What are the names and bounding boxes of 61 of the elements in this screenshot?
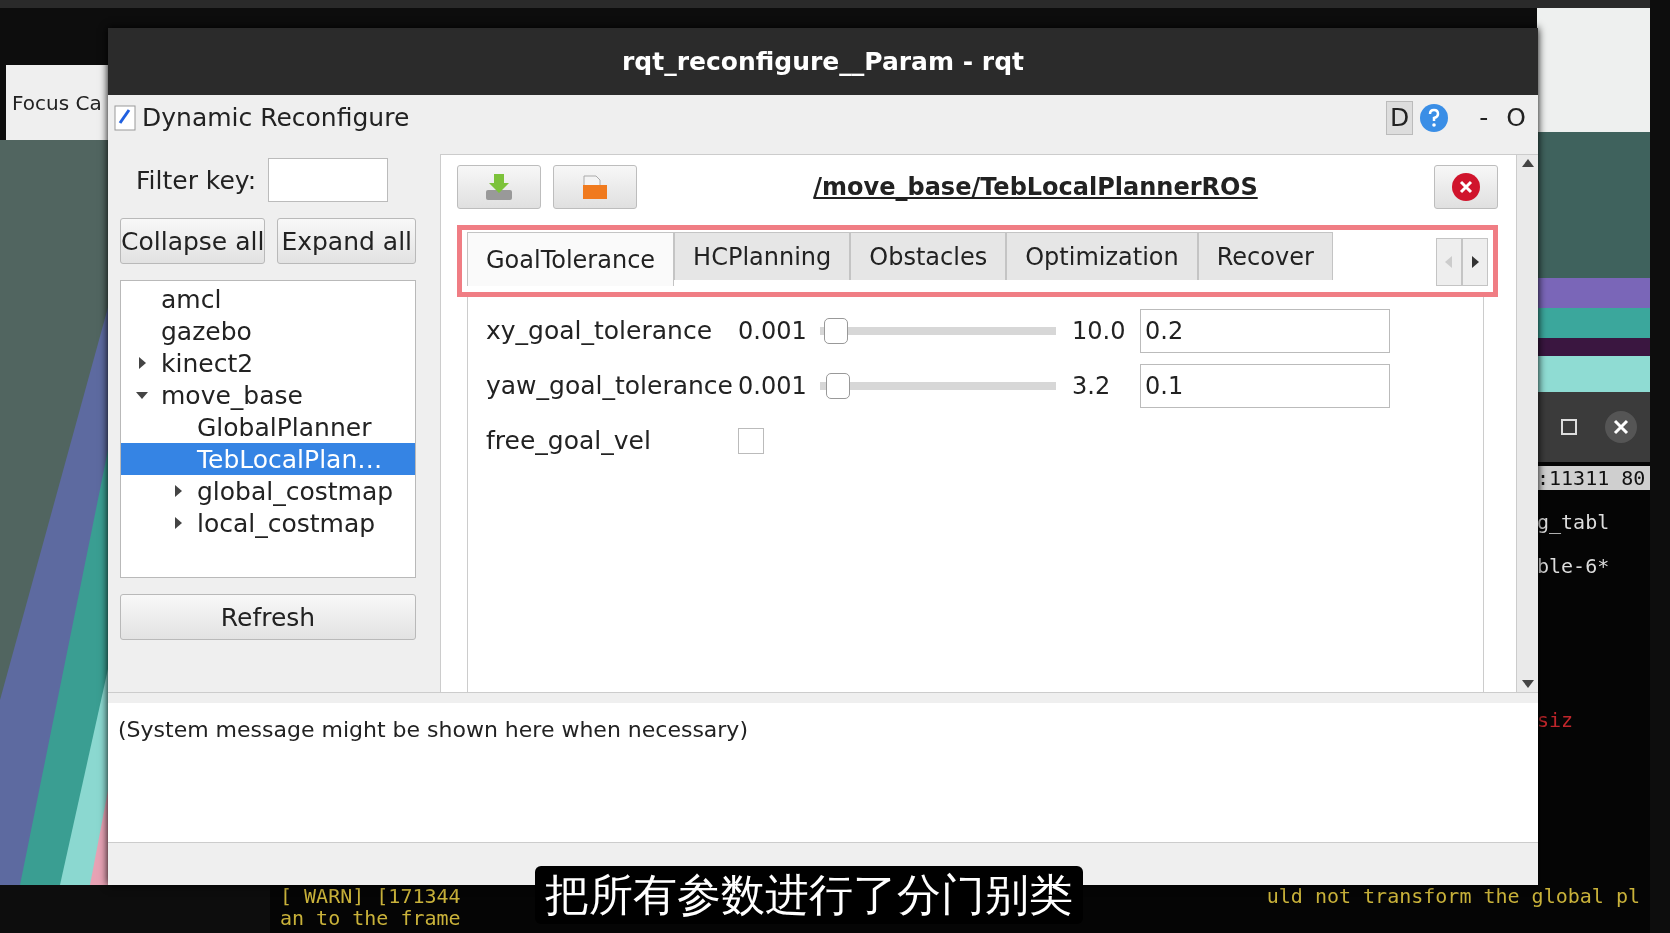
- terminal-line: ble-6*: [1537, 554, 1611, 578]
- window-label: Focus Ca: [12, 90, 102, 115]
- filter-field[interactable]: [268, 158, 389, 202]
- checkbox[interactable]: [738, 427, 764, 454]
- caret-left-icon: [1445, 256, 1453, 268]
- tree-item[interactable]: GlobalPlanner: [121, 411, 415, 443]
- slider-thumb[interactable]: [826, 372, 851, 399]
- minimize-button[interactable]: -: [1473, 103, 1495, 132]
- max-value: 10.0: [1072, 316, 1127, 345]
- tree-item[interactable]: move_base: [121, 379, 415, 411]
- tree-item[interactable]: amcl: [121, 283, 415, 315]
- load-button[interactable]: [553, 165, 637, 209]
- caret-right-icon: [1471, 256, 1479, 268]
- tab[interactable]: Recover: [1197, 232, 1333, 280]
- slider-thumb[interactable]: [824, 317, 849, 344]
- min-value: 0.001: [738, 316, 808, 345]
- tab[interactable]: HCPlanning: [674, 232, 851, 280]
- close-icon: [1451, 172, 1481, 202]
- d-button[interactable]: D: [1386, 100, 1414, 135]
- close-icon[interactable]: [1604, 411, 1637, 443]
- tab[interactable]: Optimization: [1006, 232, 1198, 280]
- expand-all-button[interactable]: Expand all: [277, 218, 416, 264]
- tab[interactable]: Obstacles: [850, 232, 1007, 280]
- window-title: rqt_reconfigure__Param - rqt: [622, 47, 1024, 76]
- filter-label: Filter key:: [136, 165, 257, 195]
- folder-icon: [580, 172, 610, 202]
- scrollbar[interactable]: [1516, 155, 1538, 692]
- param-name: xy_goal_tolerance: [486, 316, 713, 345]
- terminal-line: siz: [1537, 708, 1575, 732]
- terminal-line: [ WARN] [171344: [280, 885, 461, 907]
- caret-up-icon[interactable]: [1521, 159, 1534, 167]
- tree-item[interactable]: local_costmap: [121, 507, 415, 539]
- tab[interactable]: GoalTolerance: [467, 232, 675, 286]
- param-name: yaw_goal_tolerance: [486, 371, 734, 400]
- tree-item[interactable]: TebLocalPlan…: [121, 443, 415, 475]
- value-field[interactable]: 0.1: [1140, 363, 1390, 408]
- system-message: (System message might be shown here when necessary): [118, 717, 748, 742]
- max-value: 3.2: [1072, 371, 1112, 400]
- float-button[interactable]: O: [1500, 103, 1532, 132]
- terminal-line: g_tabl: [1537, 510, 1611, 534]
- tree-item[interactable]: kinect2: [121, 347, 415, 379]
- terminal-line: an to the frame: [280, 907, 461, 929]
- plugin-title: Dynamic Reconfigure: [142, 103, 411, 132]
- collapse-all-button[interactable]: Collapse all: [120, 218, 266, 264]
- download-icon: [484, 172, 514, 202]
- tree-item[interactable]: gazebo: [121, 315, 415, 347]
- close-button[interactable]: [1434, 165, 1498, 209]
- save-button[interactable]: [457, 165, 541, 209]
- terminal-line: uld not transform the global pl: [1266, 885, 1640, 907]
- scroll-right-button[interactable]: [1462, 238, 1488, 286]
- refresh-button[interactable]: Refresh: [120, 594, 416, 640]
- tree-item[interactable]: global_costmap: [121, 475, 415, 507]
- node-path-link[interactable]: /move_base/TebLocalPlannerROS: [649, 173, 1422, 201]
- value-field[interactable]: 0.2: [1140, 308, 1390, 353]
- maximize-icon[interactable]: [1560, 418, 1579, 436]
- param-name: free_goal_vel: [486, 426, 652, 455]
- caret-down-icon[interactable]: [1521, 680, 1534, 688]
- min-value: 0.001: [738, 371, 808, 400]
- help-icon[interactable]: [1419, 102, 1450, 133]
- subtitle: 把所有参数进行了分门别类: [545, 867, 1073, 922]
- pencil-icon: [114, 104, 136, 131]
